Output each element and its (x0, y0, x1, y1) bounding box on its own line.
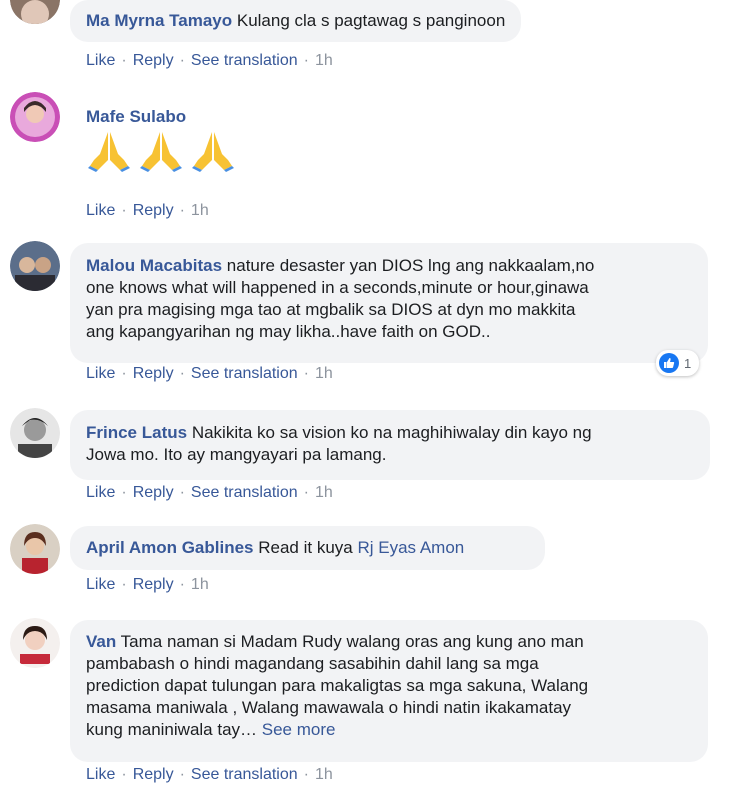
folded-hands-icon (190, 130, 236, 178)
comment-bubble: Van Tama naman si Madam Rudy walang oras… (70, 620, 708, 762)
like-link[interactable]: Like (86, 766, 115, 783)
like-link[interactable]: Like (86, 484, 115, 501)
comment-author[interactable]: Malou Macabitas (86, 256, 222, 275)
see-translation-link[interactable]: See translation (191, 484, 298, 501)
comment-actions: Like · Reply · See translation · 1h (86, 52, 333, 69)
avatar[interactable] (10, 408, 60, 458)
comment-actions: Like · Reply · 1h (86, 202, 209, 219)
comment-actions: Like · Reply · 1h (86, 576, 209, 593)
comment-text: Kulang cla s pagtawag s panginoon (236, 11, 506, 30)
comment-text-line: prediction dapat tulungan para makaligta… (86, 676, 589, 695)
comment-timestamp[interactable]: 1h (191, 576, 209, 593)
comment-timestamp[interactable]: 1h (315, 52, 333, 69)
comment-timestamp[interactable]: 1h (315, 766, 333, 783)
emoji-row (86, 130, 236, 178)
mention-link[interactable]: Rj Eyas Amon (357, 538, 464, 557)
comment-text-line: yan pra magising mga tao at mgbalik sa D… (86, 300, 576, 319)
comment-author[interactable]: Frince Latus (86, 423, 187, 442)
reply-link[interactable]: Reply (133, 766, 174, 783)
comment-author[interactable]: Mafe Sulabo (86, 107, 186, 126)
avatar[interactable] (10, 618, 60, 668)
comment-text-line: Jowa mo. Ito ay mangyayari pa lamang. (86, 445, 387, 464)
like-link[interactable]: Like (86, 576, 115, 593)
like-link[interactable]: Like (86, 365, 115, 382)
avatar[interactable] (10, 0, 60, 24)
comment-author[interactable]: Van (86, 632, 116, 651)
thumbs-up-icon (659, 353, 679, 373)
reaction-badge[interactable]: 1 (656, 350, 700, 376)
comment-bubble: Malou Macabitas nature desaster yan DIOS… (70, 243, 708, 363)
comment-text-line: masama maniwala , Walang mawawala o hind… (86, 698, 572, 717)
reply-link[interactable]: Reply (133, 365, 174, 382)
comment-actions: Like · Reply · See translation · 1h (86, 766, 333, 783)
comment-text-line: pambabash o hindi magandang sasabihin da… (86, 654, 539, 673)
see-translation-link[interactable]: See translation (191, 365, 298, 382)
see-more-link[interactable]: See more (262, 720, 336, 739)
comment-text: Read it kuya (258, 538, 353, 557)
comment-bubble: Frince Latus Nakikita ko sa vision ko na… (70, 410, 710, 480)
comment-bubble: Ma Myrna Tamayo Kulang cla s pagtawag s … (70, 0, 522, 42)
comment-content: Mafe Sulabo (86, 106, 236, 178)
comment-bubble: April Amon Gablines Read it kuya Rj Eyas… (70, 526, 545, 570)
comment-author[interactable]: Ma Myrna Tamayo (86, 11, 232, 30)
comment-text-line: nature desaster yan DIOS lng ang nakkaal… (226, 256, 595, 275)
reply-link[interactable]: Reply (133, 576, 174, 593)
reply-link[interactable]: Reply (133, 202, 174, 219)
reaction-count: 1 (684, 355, 692, 371)
comment-actions: Like · Reply · See translation · 1h (86, 365, 333, 382)
comment-text-line: one knows what will happened in a second… (86, 278, 589, 297)
avatar[interactable] (10, 524, 60, 574)
comment-text-line: Tama naman si Madam Rudy walang oras ang… (120, 632, 584, 651)
reply-link[interactable]: Reply (133, 52, 174, 69)
see-translation-link[interactable]: See translation (191, 766, 298, 783)
reply-link[interactable]: Reply (133, 484, 174, 501)
like-link[interactable]: Like (86, 52, 115, 69)
comment-author[interactable]: April Amon Gablines (86, 538, 254, 557)
avatar[interactable] (10, 92, 60, 142)
comment-text-line: ang kapangyarihan ng may likha..have fai… (86, 322, 491, 341)
comment-actions: Like · Reply · See translation · 1h (86, 484, 333, 501)
like-link[interactable]: Like (86, 202, 115, 219)
comment-text-line: kung maniniwala tay… (86, 720, 258, 739)
comment-text-line: Nakikita ko sa vision ko na maghihiwalay… (191, 423, 592, 442)
comment-timestamp[interactable]: 1h (191, 202, 209, 219)
comment-timestamp[interactable]: 1h (315, 484, 333, 501)
folded-hands-icon (86, 130, 132, 178)
folded-hands-icon (138, 130, 184, 178)
avatar[interactable] (10, 241, 60, 291)
see-translation-link[interactable]: See translation (191, 52, 298, 69)
comment-timestamp[interactable]: 1h (315, 365, 333, 382)
